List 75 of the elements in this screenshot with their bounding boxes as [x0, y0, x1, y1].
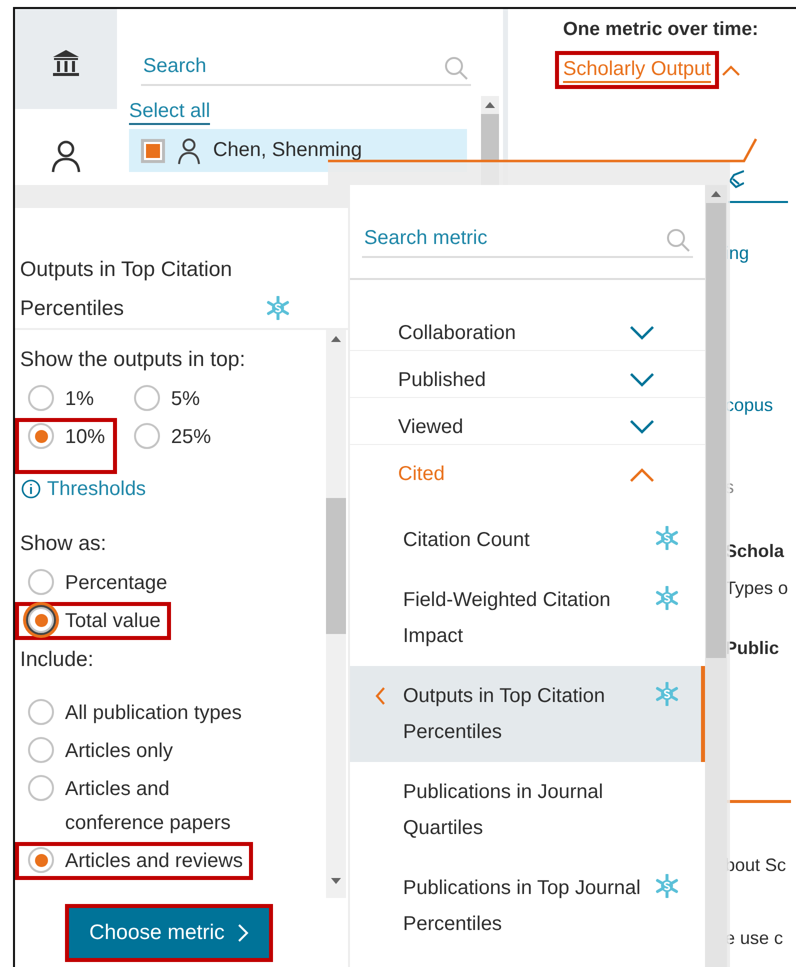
- category-label: Collaboration: [398, 322, 516, 344]
- radio-button[interactable]: [28, 847, 54, 873]
- chevron-icon: [629, 325, 655, 341]
- radio-button[interactable]: [28, 423, 54, 449]
- category-label: Viewed: [398, 416, 464, 438]
- scrollbar[interactable]: [705, 185, 727, 967]
- metric-label: Outputs in Top Citation Percentiles: [403, 684, 606, 745]
- thresholds-link[interactable]: Thresholds: [21, 474, 326, 504]
- chevron-up-icon: [720, 64, 741, 76]
- scroll-up-icon[interactable]: [331, 336, 341, 342]
- radio-button[interactable]: [28, 699, 54, 725]
- group-heading: Include:: [19, 647, 95, 673]
- metric-item[interactable]: Publications in Top Journal Percentiles: [350, 858, 705, 954]
- chevron-icon: [629, 466, 655, 482]
- info-icon: [21, 479, 41, 499]
- person-icon: [50, 138, 82, 174]
- choose-metric-button[interactable]: Choose metric: [69, 908, 269, 958]
- group-heading: Show as:: [19, 531, 108, 557]
- search-field[interactable]: Search metric: [362, 225, 693, 258]
- chevron-icon: [629, 419, 655, 435]
- partial-text: Types o: [725, 577, 788, 600]
- chevron-left-icon: [374, 686, 386, 706]
- select-all-link[interactable]: Select all: [129, 96, 210, 125]
- scroll-down-icon[interactable]: [331, 878, 341, 884]
- search-field[interactable]: Search: [141, 53, 471, 86]
- scrollbar-thumb[interactable]: [706, 203, 726, 658]
- metric-item[interactable]: Field-Weighted Citation Impact: [350, 570, 705, 666]
- scrollbar-thumb[interactable]: [326, 498, 346, 634]
- search-icon: [443, 55, 469, 81]
- panel-title: Outputs in Top Citation Percentiles: [20, 257, 234, 322]
- radio-option[interactable]: 5%: [129, 382, 202, 416]
- radio-button[interactable]: [28, 569, 54, 595]
- category-row[interactable]: Viewed: [350, 398, 705, 445]
- snowflake-icon: [266, 296, 290, 320]
- checkbox[interactable]: [141, 138, 165, 162]
- category-label: Cited: [398, 463, 445, 486]
- radio-button[interactable]: [28, 385, 54, 411]
- person-name: Chen, Shenming: [213, 139, 362, 162]
- metric-label: Publications in Top Journal Percentiles: [403, 876, 642, 937]
- partial-text: Schola: [725, 540, 784, 563]
- chevron-icon: [629, 372, 655, 388]
- radio-option[interactable]: 1%: [23, 382, 96, 416]
- radio-option[interactable]: Total value: [23, 604, 163, 638]
- radio-option[interactable]: 25%: [129, 420, 214, 454]
- radio-option[interactable]: Articles only: [23, 734, 175, 768]
- search-icon: [665, 227, 691, 253]
- radio-option[interactable]: Articles and conference papers: [23, 772, 267, 840]
- section-title: One metric over time:: [563, 19, 760, 41]
- metric-label: Field-Weighted Citation Impact: [403, 588, 612, 649]
- category-row[interactable]: Published: [350, 351, 705, 398]
- radio-option[interactable]: All publication types: [23, 696, 244, 730]
- radio-button[interactable]: [134, 385, 160, 411]
- metric-label: Citation Count: [403, 528, 531, 553]
- radio-option[interactable]: Articles and reviews: [23, 844, 245, 878]
- radio-button[interactable]: [28, 775, 54, 801]
- radio-button[interactable]: [28, 737, 54, 763]
- radio-option[interactable]: 10%: [23, 420, 108, 454]
- scroll-up-icon[interactable]: [711, 191, 721, 197]
- metric-item[interactable]: Outputs in Top Citation Percentiles: [350, 666, 705, 762]
- metric-label: Publications in Journal Quartiles: [403, 780, 604, 841]
- radio-option[interactable]: Percentage: [23, 566, 170, 600]
- group-heading: Show the outputs in top:: [19, 347, 246, 373]
- scrollbar[interactable]: [326, 330, 346, 898]
- chevron-right-icon: [236, 923, 249, 943]
- radio-button[interactable]: [134, 423, 160, 449]
- metric-item[interactable]: Citation Count: [350, 510, 705, 570]
- partial-text: copus: [725, 394, 774, 417]
- institution-icon: [50, 47, 82, 79]
- scroll-up-icon[interactable]: [485, 102, 495, 108]
- sidebar-tab[interactable]: [15, 9, 117, 109]
- category-row[interactable]: Collaboration: [350, 304, 705, 351]
- partial-text: Public: [725, 637, 780, 660]
- metric-item[interactable]: Publications in Journal Quartiles: [350, 762, 705, 858]
- category-label: Published: [398, 368, 486, 392]
- person-icon: [177, 136, 201, 164]
